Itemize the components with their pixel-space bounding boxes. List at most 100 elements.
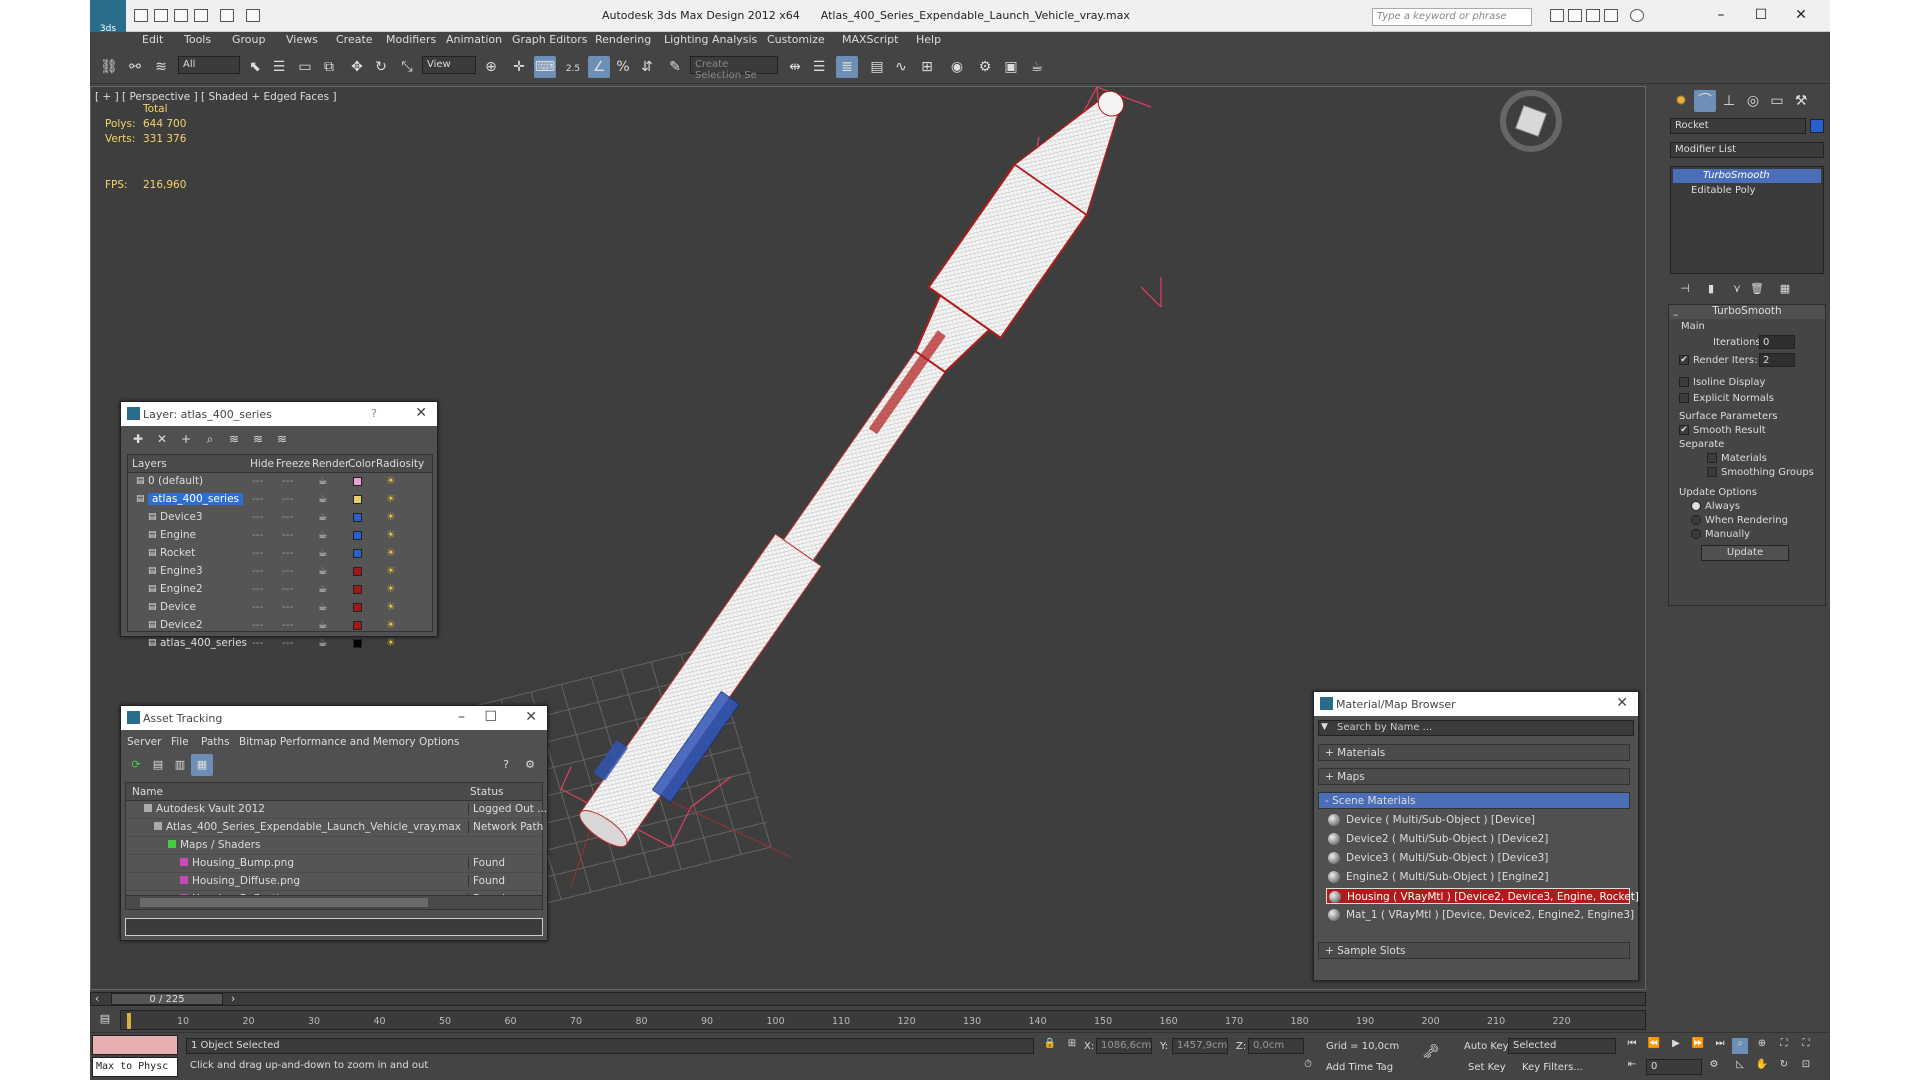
render-teapot-icon[interactable]: ☕ [318,511,327,523]
render-teapot-icon[interactable]: ☕ [318,637,327,649]
zoom-extents-all-icon[interactable]: ⛶ [1798,1038,1814,1054]
edit-named-selection-icon[interactable]: ✎ [664,56,686,78]
asset-name[interactable]: Housing_Diffuse.png [192,875,300,887]
maxscript-listener-pink[interactable] [92,1035,178,1055]
unlink-icon[interactable]: ⚯ [124,56,146,78]
radiosity-icon[interactable]: ☀ [386,475,395,487]
communication-icon[interactable] [1586,9,1600,22]
keyboard-shortcut-override-icon[interactable]: ⌨ [534,56,556,78]
asset-menu-file[interactable]: File [171,736,189,748]
render-teapot-icon[interactable]: ☕ [318,529,327,541]
asset-name[interactable]: Autodesk Vault 2012 [156,803,265,815]
scrollbar-thumb[interactable] [140,898,428,907]
window-crossing-icon[interactable]: ⧉ [318,56,340,78]
freeze-toggle[interactable]: --- [282,583,293,595]
radiosity-icon[interactable]: ☀ [386,511,395,523]
refresh-icon[interactable]: ⟳ [125,754,147,776]
radiosity-icon[interactable]: ☀ [386,583,395,595]
col-layers[interactable]: Layers [132,458,167,470]
asset-menu-bitmap[interactable]: Bitmap Performance and Memory [239,736,416,748]
set-key-button[interactable]: Set Key [1468,1062,1506,1073]
render-teapot-icon[interactable]: ☕ [318,493,327,505]
asset-name[interactable]: Housing_Bump.png [192,857,294,869]
new-icon[interactable] [134,9,148,22]
spinner-snap-icon[interactable]: ⇵ [636,56,658,78]
snaps-toggle-icon[interactable]: 2.5 [562,56,584,78]
menu-graph-editors[interactable]: Graph Editors [512,32,588,48]
menu-views[interactable]: Views [286,32,318,48]
hierarchy-tab-icon[interactable]: ⊥ [1718,90,1740,112]
pan-view-icon[interactable]: ✋ [1754,1059,1770,1075]
object-color-swatch[interactable] [1810,119,1824,133]
bind-space-warp-icon[interactable]: ≋ [150,56,172,78]
angle-snap-icon[interactable]: ∠ [588,56,610,78]
lock-selection-icon[interactable]: 🔒 [1042,1038,1058,1054]
modify-tab-icon[interactable]: ⌒ [1694,90,1716,112]
vault-icon[interactable]: ⚙ [519,754,541,776]
render-production-icon[interactable]: ☕ [1026,56,1048,78]
remove-modifier-icon[interactable]: 🗑 [1746,278,1768,300]
add-time-tag-button[interactable]: Add Time Tag [1326,1062,1393,1073]
hide-all-layers-icon[interactable]: ≋ [247,428,269,450]
render-teapot-icon[interactable]: ☕ [318,565,327,577]
save-icon[interactable] [174,9,188,22]
next-frame-icon[interactable]: › [231,993,235,1005]
layer-name[interactable]: Engine3 [160,565,203,577]
layer-color-swatch[interactable] [353,495,362,504]
time-tag-icon[interactable]: ⏱ [1300,1059,1316,1075]
asset-name[interactable]: Maps / Shaders [180,839,261,851]
layer-manager-icon[interactable]: ≣ [836,56,858,78]
menu-edit[interactable]: Edit [142,32,163,48]
reference-coordinate-dropdown[interactable]: View [422,56,476,74]
asset-row[interactable]: Atlas_400_Series_Expendable_Launch_Vehic… [126,819,543,837]
layer-color-swatch[interactable] [353,639,362,648]
display-tab-icon[interactable]: ▭ [1766,90,1788,112]
schematic-view-icon[interactable]: ⊞ [916,56,938,78]
link-icon[interactable]: ⛓ [98,56,120,78]
configure-modifier-sets-icon[interactable]: ▦ [1774,278,1796,300]
asset-row[interactable]: Maps / Shaders [126,837,542,855]
material-item[interactable]: Device2 ( Multi/Sub-Object ) [Device2] [1326,831,1630,847]
mirror-icon[interactable]: ⇹ [784,56,806,78]
binoculars-icon[interactable] [1550,9,1564,22]
minimize-icon[interactable]: – [458,709,465,725]
menu-lighting-analysis[interactable]: Lighting Analysis [664,32,757,48]
close-icon[interactable]: ✕ [1616,695,1628,711]
highlight-layer-icon[interactable]: ≋ [223,428,245,450]
prev-frame-icon[interactable]: ‹ [95,993,99,1005]
col-name[interactable]: Name [132,786,163,798]
render-iters-checkbox[interactable]: ✔ [1679,355,1689,365]
col-hide[interactable]: Hide [250,458,274,470]
radiosity-icon[interactable]: ☀ [386,601,395,613]
layer-row[interactable]: ▤ Device3 --- --- ☕ ☀ [128,509,432,527]
isoline-display-checkbox[interactable] [1679,377,1689,387]
asset-name[interactable]: Atlas_400_Series_Expendable_Launch_Vehic… [166,821,461,833]
layer-name[interactable]: Engine [160,529,196,541]
hide-toggle[interactable]: --- [252,493,263,505]
create-layer-icon[interactable]: ✚ [127,428,149,450]
rollout-collapse-icon[interactable]: – [1673,309,1678,321]
hide-toggle[interactable]: --- [252,565,263,577]
previous-frame-icon[interactable]: ⏪ [1646,1038,1662,1054]
render-setup-icon[interactable]: ⚙ [974,56,996,78]
radiosity-icon[interactable]: ☀ [386,565,395,577]
section-sample-slots[interactable]: + Sample Slots [1318,942,1630,959]
update-manually-radio[interactable] [1691,529,1701,539]
radiosity-icon[interactable]: ☀ [386,637,395,649]
open-icon[interactable] [154,9,168,22]
undo-icon[interactable] [194,9,208,22]
scale-icon[interactable]: ⤡ [396,56,418,78]
motion-tab-icon[interactable]: ◎ [1742,90,1764,112]
asset-menu-options[interactable]: Options [419,736,460,748]
redo-icon[interactable] [220,9,234,22]
layer-name[interactable]: Engine2 [160,583,203,595]
hide-toggle[interactable]: --- [252,619,263,631]
time-slider-thumb[interactable]: 0 / 225 [111,993,223,1005]
close-icon[interactable]: ✕ [415,405,427,421]
freeze-toggle[interactable]: --- [282,619,293,631]
select-manipulate-icon[interactable]: ✛ [508,56,530,78]
rotate-icon[interactable]: ↻ [370,56,392,78]
menu-animation[interactable]: Animation [446,32,502,48]
z-coordinate-field[interactable]: 0,0cm [1248,1038,1304,1054]
select-object-icon[interactable]: ⬉ [244,56,266,78]
